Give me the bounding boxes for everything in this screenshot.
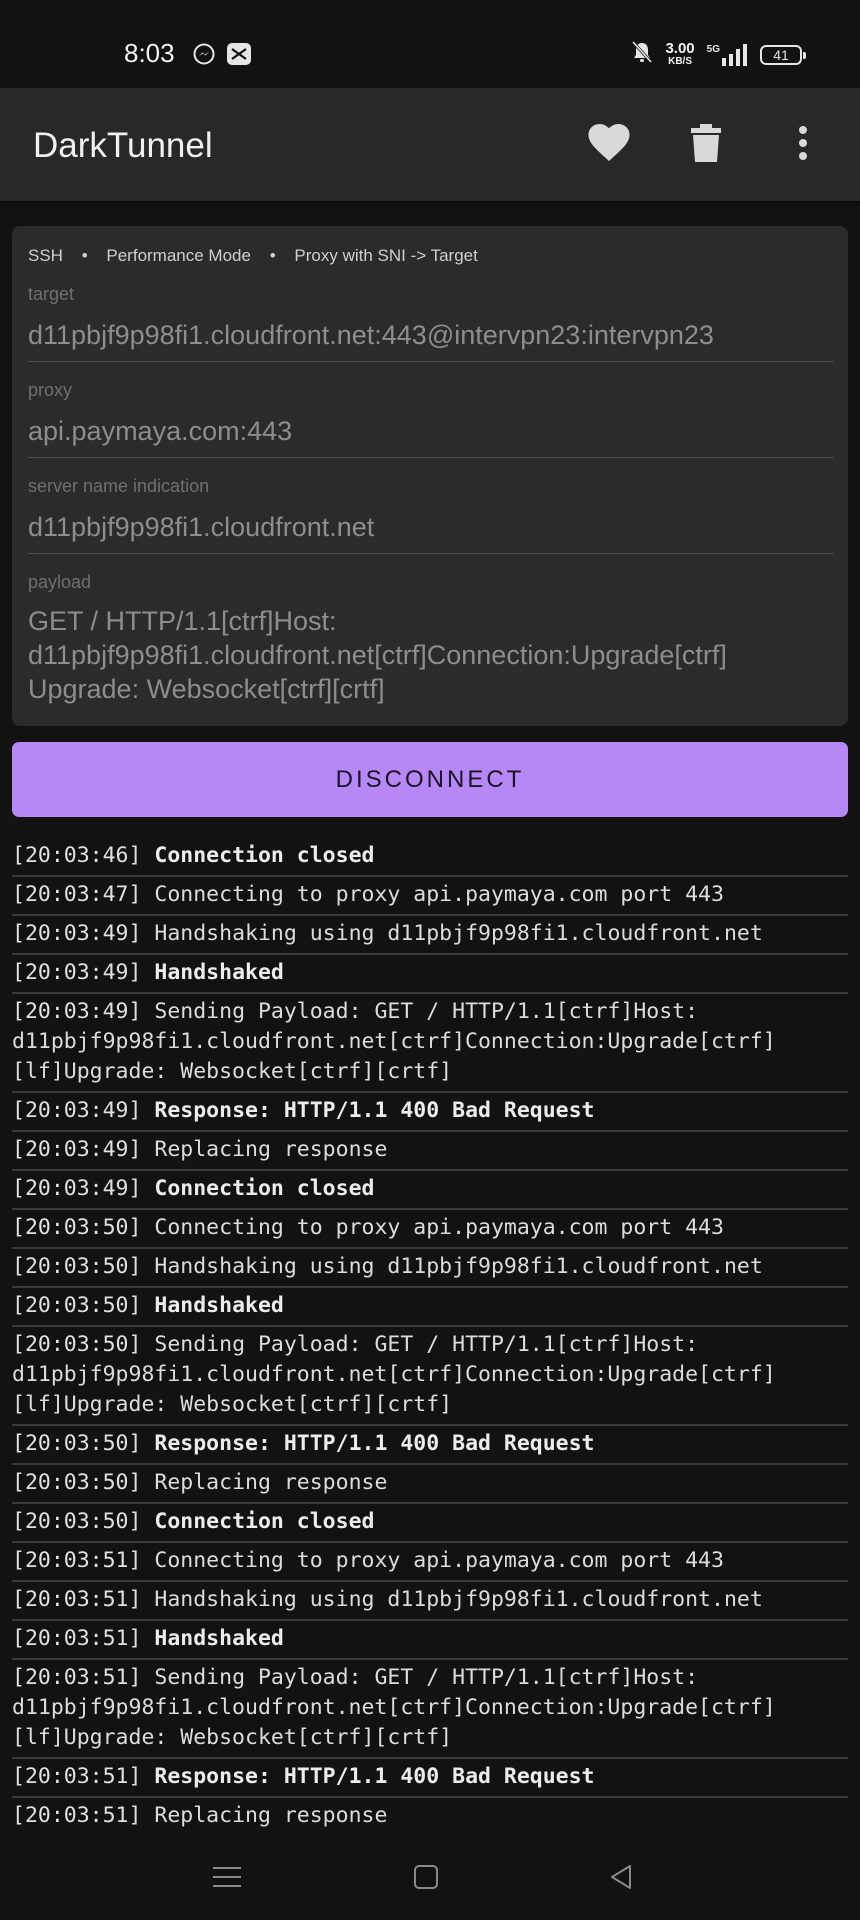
log-timestamp: [20:03:50] xyxy=(12,1431,142,1456)
menu-icon[interactable] xyxy=(202,1852,252,1902)
mode-tags: SSH • Performance Mode • Proxy with SNI … xyxy=(28,246,478,265)
log-timestamp: [20:03:49] xyxy=(12,999,142,1024)
log-message: Response: HTTP/1.1 400 Bad Request xyxy=(154,1431,595,1456)
log-timestamp: [20:03:51] xyxy=(12,1548,142,1573)
log-message: Handshaked xyxy=(154,1626,284,1651)
square-icon[interactable] xyxy=(401,1852,451,1902)
log-entry: [20:03:51] Handshaked xyxy=(12,1621,848,1660)
log-timestamp: [20:03:51] xyxy=(12,1803,142,1828)
log-message: Connecting to proxy api.paymaya.com port… xyxy=(154,1215,724,1240)
log-message: Replacing response xyxy=(154,1803,388,1828)
tag-mode: Performance Mode xyxy=(106,246,251,265)
log-timestamp: [20:03:50] xyxy=(12,1215,142,1240)
log-entry: [20:03:47] Connecting to proxy api.payma… xyxy=(12,877,848,916)
log-message: Response: HTTP/1.1 400 Bad Request xyxy=(154,1764,595,1789)
sni-underline xyxy=(28,553,834,554)
log-timestamp: [20:03:51] xyxy=(12,1665,142,1690)
log-message: Handshaked xyxy=(154,1293,284,1318)
log-entry: [20:03:50] Connecting to proxy api.payma… xyxy=(12,1210,848,1249)
log-message: Replacing response xyxy=(154,1470,388,1495)
log-entry: [20:03:50] Replacing response xyxy=(12,1465,848,1504)
status-time: 8:03 xyxy=(124,38,175,68)
heart-icon[interactable] xyxy=(584,118,634,168)
target-underline xyxy=(28,361,834,362)
disconnect-button[interactable]: DISCONNECT xyxy=(12,742,848,817)
signal-icon: 5G xyxy=(706,43,748,66)
battery-level: 41 xyxy=(773,46,789,63)
proxy-field[interactable]: api.paymaya.com:443 xyxy=(28,414,834,448)
trash-icon[interactable] xyxy=(681,118,731,168)
log-entry: [20:03:51] Handshaking using d11pbjf9p98… xyxy=(12,1582,848,1621)
log-entry: [20:03:49] Sending Payload: GET / HTTP/1… xyxy=(12,994,848,1093)
log-message: Connecting to proxy api.paymaya.com port… xyxy=(154,882,724,907)
app-bar: DarkTunnel xyxy=(0,88,860,201)
log-timestamp: [20:03:49] xyxy=(12,960,142,985)
network-speed: 3.00 KB/S xyxy=(665,39,695,67)
log-message: Connecting to proxy api.paymaya.com port… xyxy=(154,1548,724,1573)
proxy-underline xyxy=(28,457,834,458)
log-message: Handshaking using d11pbjf9p98fi1.cloudfr… xyxy=(154,1254,763,1279)
log-message: Connection closed xyxy=(154,1509,375,1534)
sni-label: server name indication xyxy=(28,476,210,496)
log-timestamp: [20:03:49] xyxy=(12,921,142,946)
log-entry: [20:03:49] Connection closed xyxy=(12,1171,848,1210)
proxy-label: proxy xyxy=(28,380,73,400)
back-triangle-icon[interactable] xyxy=(596,1852,646,1902)
log-timestamp: [20:03:50] xyxy=(12,1332,142,1357)
log-timestamp: [20:03:51] xyxy=(12,1587,142,1612)
battery-icon: 41 xyxy=(760,44,806,65)
log-message: Connection closed xyxy=(154,1176,375,1201)
log-entry: [20:03:50] Response: HTTP/1.1 400 Bad Re… xyxy=(12,1426,848,1465)
status-bar: 8:03 3.00 KB/S 5G 41 xyxy=(0,0,860,88)
log-entry: [20:03:50] Handshaked xyxy=(12,1288,848,1327)
log-message: Connection closed xyxy=(154,843,375,868)
log-entry: [20:03:50] Connection closed xyxy=(12,1504,848,1543)
log-entry: [20:03:51] Connecting to proxy api.payma… xyxy=(12,1543,848,1582)
bell-off-icon xyxy=(631,40,653,69)
network-type: 5G xyxy=(706,43,720,55)
target-field[interactable]: d11pbjf9p98fi1.cloudfront.net:443@interv… xyxy=(28,318,834,352)
log-timestamp: [20:03:49] xyxy=(12,1176,142,1201)
log-entry: [20:03:50] Sending Payload: GET / HTTP/1… xyxy=(12,1327,848,1426)
capcut-icon xyxy=(226,42,252,71)
payload-label: payload xyxy=(28,572,92,592)
log-timestamp: [20:03:50] xyxy=(12,1254,142,1279)
log-timestamp: [20:03:50] xyxy=(12,1509,142,1534)
log-timestamp: [20:03:50] xyxy=(12,1470,142,1495)
log-entry: [20:03:49] Response: HTTP/1.1 400 Bad Re… xyxy=(12,1093,848,1132)
log-entry: [20:03:51] Sending Payload: GET / HTTP/1… xyxy=(12,1660,848,1759)
log-timestamp: [20:03:49] xyxy=(12,1098,142,1123)
log-message: Handshaked xyxy=(154,960,284,985)
target-label: target xyxy=(28,284,75,304)
messenger-icon xyxy=(192,42,216,71)
log-entry: [20:03:49] Handshaked xyxy=(12,955,848,994)
log-entry: [20:03:51] Response: HTTP/1.1 400 Bad Re… xyxy=(12,1759,848,1798)
log-message: Replacing response xyxy=(154,1137,388,1162)
log-message: Handshaking using d11pbjf9p98fi1.cloudfr… xyxy=(154,1587,763,1612)
log-timestamp: [20:03:46] xyxy=(12,843,142,868)
log-message: Handshaking using d11pbjf9p98fi1.cloudfr… xyxy=(154,921,763,946)
payload-field[interactable]: GET / HTTP/1.1[ctrf]Host: d11pbjf9p98fi1… xyxy=(28,604,834,706)
system-nav-bar xyxy=(0,1830,860,1920)
log-timestamp: [20:03:49] xyxy=(12,1137,142,1162)
status-right-icons: 3.00 KB/S 5G 41 xyxy=(631,39,806,69)
app-title: DarkTunnel xyxy=(33,126,213,165)
sni-field[interactable]: d11pbjf9p98fi1.cloudfront.net xyxy=(28,510,834,544)
log-timestamp: [20:03:51] xyxy=(12,1626,142,1651)
more-vert-icon[interactable] xyxy=(778,118,828,168)
config-card: SSH • Performance Mode • Proxy with SNI … xyxy=(12,226,848,726)
log-timestamp: [20:03:50] xyxy=(12,1293,142,1318)
log-timestamp: [20:03:51] xyxy=(12,1764,142,1789)
log-entry: [20:03:49] Replacing response xyxy=(12,1132,848,1171)
status-notification-icons xyxy=(192,42,252,71)
log-message: Response: HTTP/1.1 400 Bad Request xyxy=(154,1098,595,1123)
log-timestamp: [20:03:47] xyxy=(12,882,142,907)
log-entry: [20:03:50] Handshaking using d11pbjf9p98… xyxy=(12,1249,848,1288)
log-entry: [20:03:46] Connection closed xyxy=(12,838,848,877)
log-entry: [20:03:49] Handshaking using d11pbjf9p98… xyxy=(12,916,848,955)
connection-log[interactable]: [20:03:46] Connection closed [20:03:47] C… xyxy=(12,838,848,1876)
tag-protocol: SSH xyxy=(28,246,63,265)
tag-connection-type: Proxy with SNI -> Target xyxy=(294,246,478,265)
